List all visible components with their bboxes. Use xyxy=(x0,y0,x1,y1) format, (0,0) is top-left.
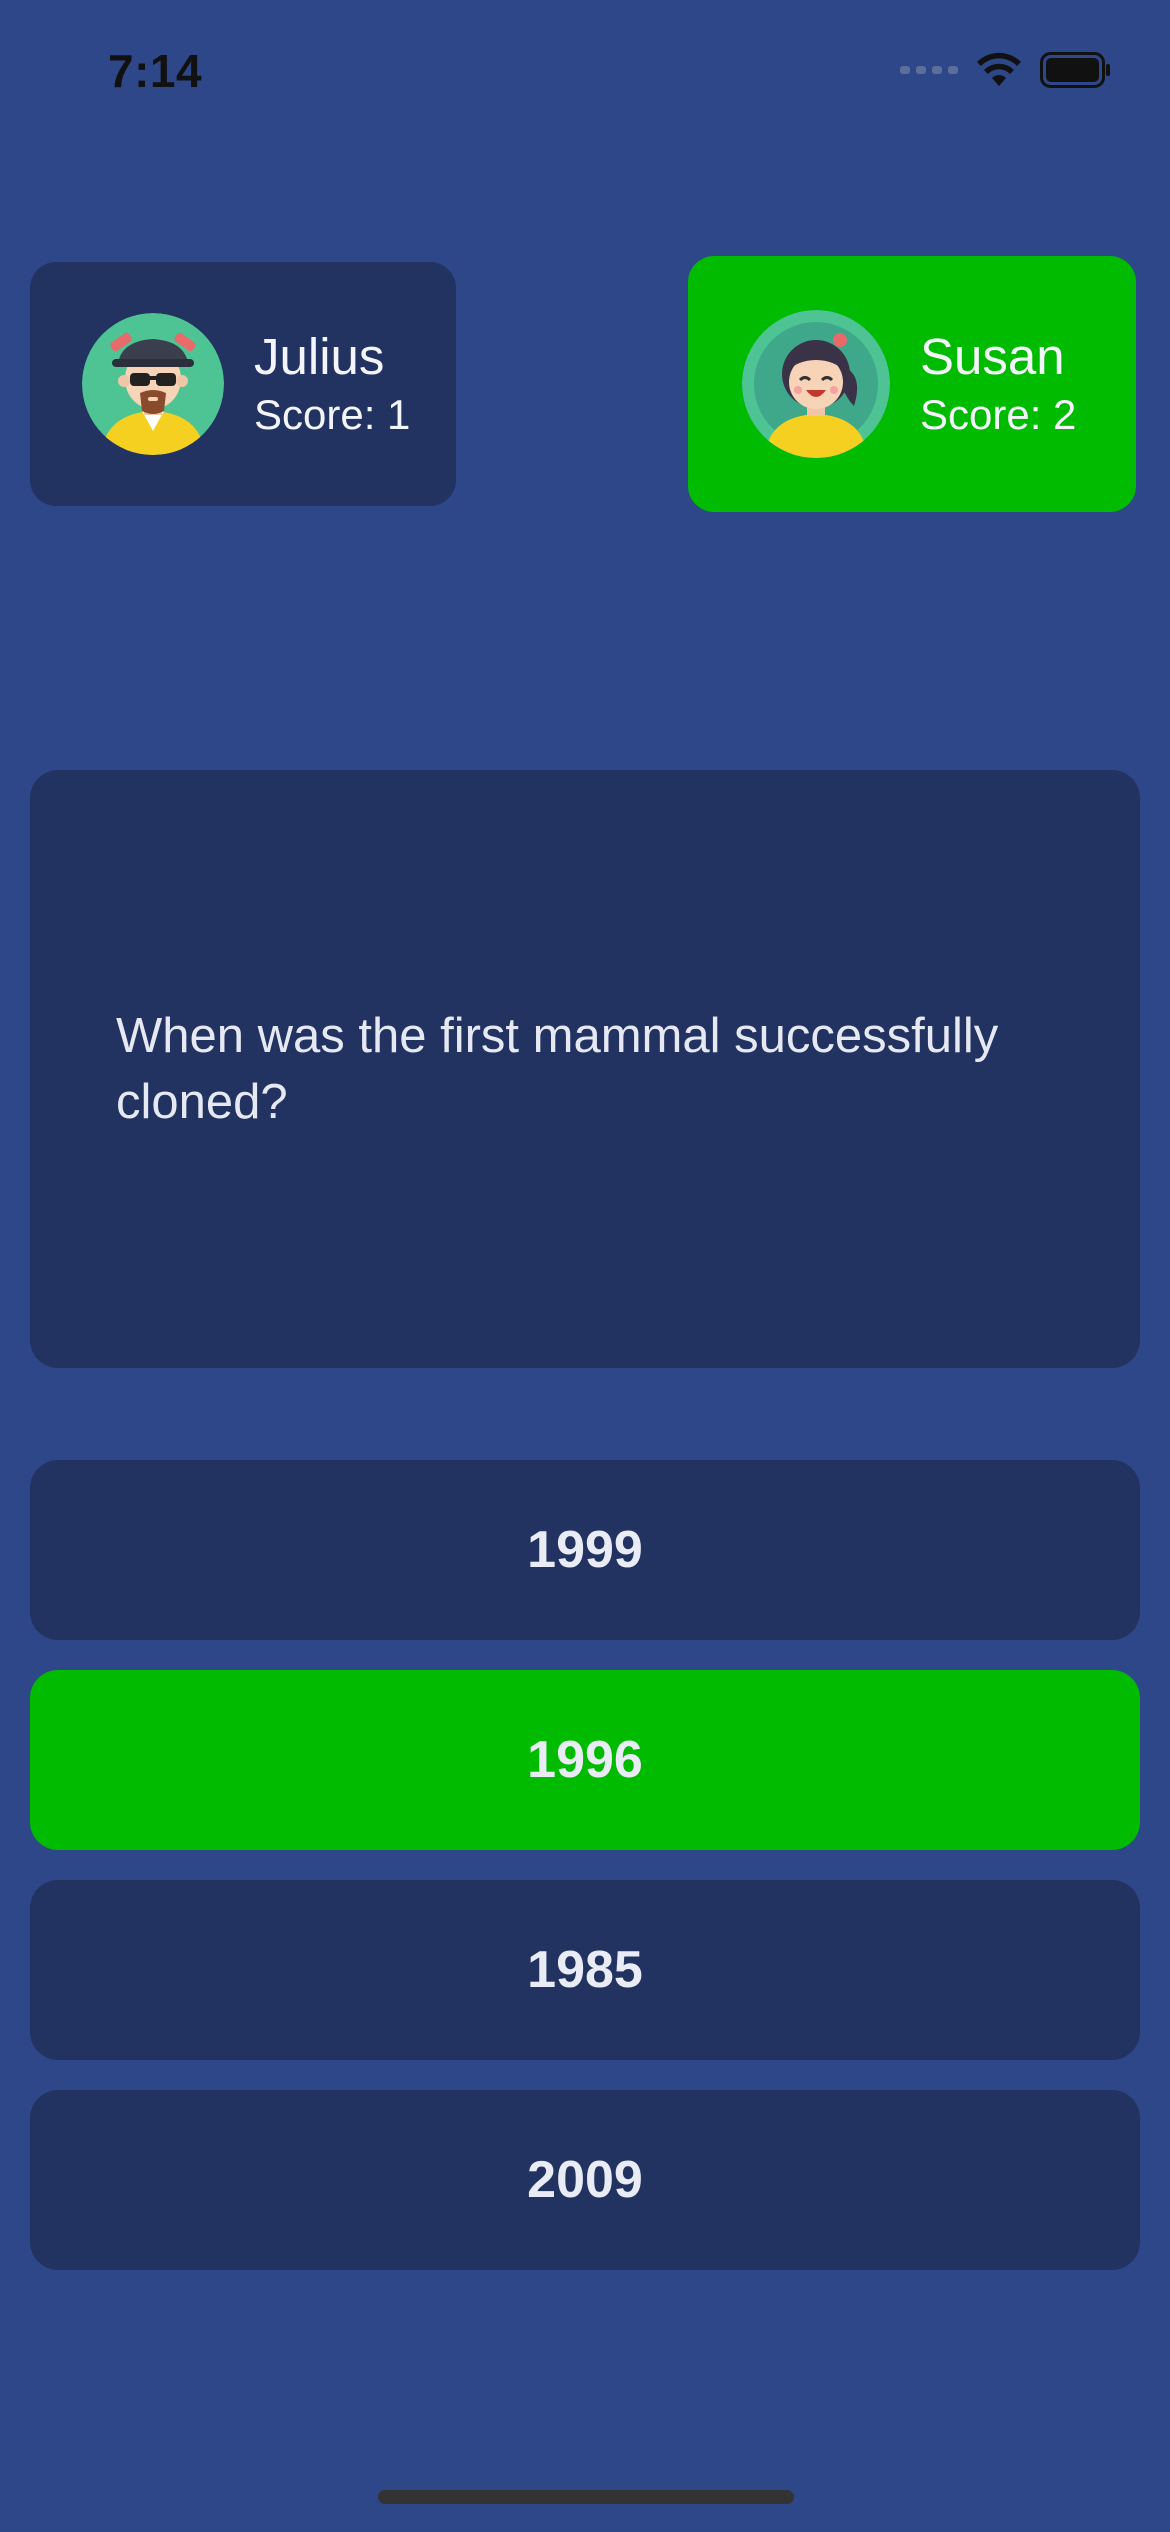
player-info: Susan Score: 2 xyxy=(920,327,1076,441)
player-card-julius: Julius Score: 1 xyxy=(30,262,456,506)
home-indicator[interactable] xyxy=(378,2490,794,2504)
answer-button-1985[interactable]: 1985 xyxy=(30,1880,1140,2060)
player-card-susan: Susan Score: 2 xyxy=(688,256,1136,512)
player-info: Julius Score: 1 xyxy=(254,327,410,441)
player-name: Susan xyxy=(920,328,1065,385)
question-card: When was the first mammal successfully c… xyxy=(30,770,1140,1368)
answer-button-1996[interactable]: 1996 xyxy=(30,1670,1140,1850)
player-name: Julius xyxy=(254,328,385,385)
bearded-man-avatar-icon xyxy=(82,313,224,455)
answer-button-1999[interactable]: 1999 xyxy=(30,1460,1140,1640)
player-score: Score: 2 xyxy=(920,391,1077,438)
battery-icon xyxy=(1040,52,1110,88)
status-icons xyxy=(900,52,1112,88)
answer-button-2009[interactable]: 2009 xyxy=(30,2090,1140,2270)
cellular-signal-icon xyxy=(900,66,958,74)
question-text: When was the first mammal successfully c… xyxy=(116,1009,999,1129)
player-score: Score: 1 xyxy=(254,391,411,438)
wifi-icon xyxy=(977,52,1021,86)
smiling-girl-avatar-icon xyxy=(742,310,890,458)
status-time: 7:14 xyxy=(108,45,203,97)
